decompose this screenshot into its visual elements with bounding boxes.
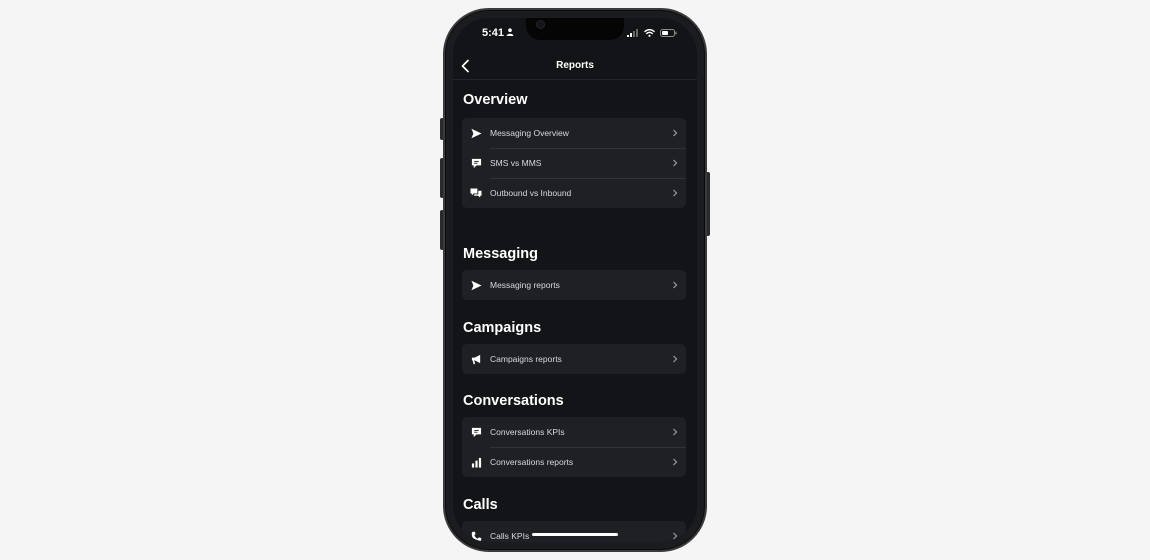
section-title-campaigns: Campaigns xyxy=(463,320,542,336)
person-icon xyxy=(506,28,514,36)
section-title-calls: Calls xyxy=(463,497,498,513)
chat-bubble-icon xyxy=(462,148,490,178)
home-indicator[interactable] xyxy=(532,533,618,536)
card-overview: Messaging Overview SMS vs MMS Outbound v… xyxy=(462,118,686,208)
card-conversations: Conversations KPIs Conversations reports xyxy=(462,417,686,477)
chevron-right-icon xyxy=(664,189,686,197)
megaphone-icon xyxy=(462,344,490,374)
report-item-label: Messaging reports xyxy=(490,280,560,290)
chevron-right-icon xyxy=(664,129,686,137)
report-item-label: Outbound vs Inbound xyxy=(490,188,572,198)
send-icon xyxy=(462,270,490,300)
chevron-right-icon xyxy=(664,355,686,363)
camera-icon xyxy=(536,20,545,29)
report-item-label: SMS vs MMS xyxy=(490,158,542,168)
report-item-calls-kpis[interactable]: Calls KPIs xyxy=(462,521,686,542)
status-time: 5:41 xyxy=(482,27,505,39)
card-campaigns: Campaigns reports xyxy=(462,344,686,374)
status-icons xyxy=(627,29,677,37)
bar-chart-icon xyxy=(462,447,490,477)
phone-screen: 5:41 Reports Overview Messaging Overview… xyxy=(453,18,697,542)
section-title-messaging: Messaging xyxy=(463,246,538,262)
phone-icon xyxy=(462,521,490,542)
page-title: Reports xyxy=(556,60,594,71)
wifi-icon xyxy=(644,29,655,37)
chevron-right-icon xyxy=(664,532,686,540)
notch xyxy=(526,18,624,40)
chevron-right-icon xyxy=(664,458,686,466)
battery-icon xyxy=(660,29,677,37)
send-icon xyxy=(462,118,490,148)
report-item-label: Conversations KPIs xyxy=(490,427,565,437)
report-item-label: Campaigns reports xyxy=(490,354,562,364)
chevron-right-icon xyxy=(664,281,686,289)
chat-bubble-icon xyxy=(462,417,490,447)
section-title-conversations: Conversations xyxy=(463,393,564,409)
report-item-sms-vs-mms[interactable]: SMS vs MMS xyxy=(462,148,686,178)
report-item-conversations-kpis[interactable]: Conversations KPIs xyxy=(462,417,686,447)
chat-bubbles-icon xyxy=(462,178,490,208)
report-item-outbound-vs-inbound[interactable]: Outbound vs Inbound xyxy=(462,178,686,208)
signal-icon xyxy=(627,29,638,37)
section-title-overview: Overview xyxy=(463,92,528,108)
report-item-conversations-reports[interactable]: Conversations reports xyxy=(462,447,686,477)
card-calls: Calls KPIs xyxy=(462,521,686,542)
chevron-right-icon xyxy=(664,159,686,167)
report-item-label: Conversations reports xyxy=(490,457,574,467)
stage: 5:41 Reports Overview Messaging Overview… xyxy=(0,0,1150,560)
chevron-right-icon xyxy=(664,428,686,436)
report-item-messaging-overview[interactable]: Messaging Overview xyxy=(462,118,686,148)
card-messaging: Messaging reports xyxy=(462,270,686,300)
report-item-label: Messaging Overview xyxy=(490,128,569,138)
nav-bar: Reports xyxy=(453,52,697,80)
report-item-messaging-reports[interactable]: Messaging reports xyxy=(462,270,686,300)
report-item-campaigns-reports[interactable]: Campaigns reports xyxy=(462,344,686,374)
